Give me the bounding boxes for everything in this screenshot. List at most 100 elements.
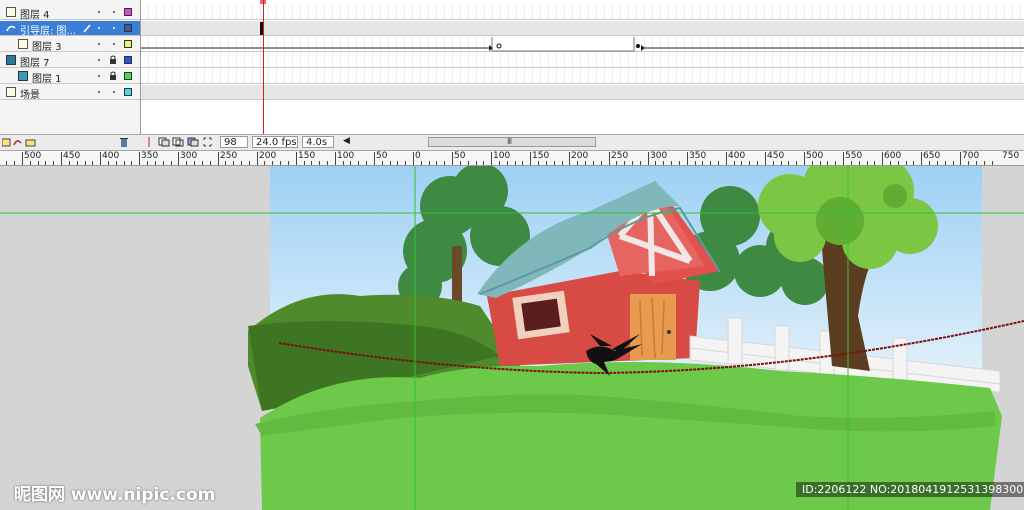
ruler-tick bbox=[679, 161, 680, 165]
ruler-tick bbox=[491, 152, 492, 165]
ruler-tick bbox=[210, 161, 211, 165]
visibility-dot[interactable] bbox=[98, 11, 100, 13]
frame-row[interactable] bbox=[141, 5, 1024, 20]
ruler-tick bbox=[30, 161, 31, 165]
lock-icon[interactable] bbox=[109, 71, 117, 80]
ruler-tick bbox=[992, 161, 993, 165]
ruler-tick bbox=[616, 161, 617, 165]
visibility-dot[interactable] bbox=[98, 43, 100, 45]
frame-row[interactable] bbox=[141, 69, 1024, 84]
timeline-statusbar: 98 24.0 fps 4.0s ◀ III bbox=[0, 134, 1024, 151]
lock-dot[interactable] bbox=[113, 91, 115, 93]
ruler-tick bbox=[538, 161, 539, 165]
ruler-tick bbox=[476, 161, 477, 165]
ruler-tick bbox=[147, 161, 148, 165]
ruler-tick bbox=[632, 161, 633, 165]
ruler-label: 500 bbox=[24, 151, 42, 161]
layer-row-layer3[interactable]: 图层 3 bbox=[0, 37, 140, 53]
ruler-tick bbox=[6, 161, 7, 165]
ruler-tick bbox=[781, 161, 782, 165]
layer-name: 图层 4 bbox=[20, 10, 50, 21]
ruler-tick bbox=[593, 161, 594, 165]
visibility-dot[interactable] bbox=[98, 75, 100, 77]
layer-color-swatch[interactable] bbox=[124, 40, 132, 48]
ruler-tick bbox=[272, 161, 273, 165]
frame-grid[interactable] bbox=[141, 0, 1024, 134]
ruler-label: 100 bbox=[337, 151, 355, 161]
ruler-tick bbox=[296, 152, 297, 165]
timeline-scrollbar[interactable]: III bbox=[428, 137, 596, 147]
center-frame-icon[interactable] bbox=[144, 137, 154, 147]
visibility-dot[interactable] bbox=[98, 59, 100, 61]
layer-color-swatch[interactable] bbox=[124, 8, 132, 16]
lock-icon[interactable] bbox=[109, 55, 117, 64]
ruler-label: 300 bbox=[650, 151, 668, 161]
ruler-tick bbox=[53, 161, 54, 165]
layer-icon bbox=[6, 7, 16, 17]
onion-skin-icons[interactable] bbox=[158, 137, 214, 147]
ruler-label: 300 bbox=[180, 151, 198, 161]
ruler-tick bbox=[374, 152, 375, 165]
ruler-tick bbox=[702, 161, 703, 165]
ruler-tick bbox=[577, 161, 578, 165]
layer-color-swatch[interactable] bbox=[124, 24, 132, 32]
ruler-tick bbox=[358, 161, 359, 165]
layer-row-layer7[interactable]: 图层 7 bbox=[0, 53, 140, 69]
current-frame-field[interactable]: 98 bbox=[220, 136, 248, 148]
ruler-tick bbox=[796, 161, 797, 165]
ruler-tick bbox=[812, 161, 813, 165]
playhead[interactable] bbox=[263, 0, 264, 134]
layer-row-scene[interactable]: 场景 bbox=[0, 85, 140, 101]
scroll-left-arrow-icon[interactable]: ◀ bbox=[343, 136, 350, 146]
ruler-tick bbox=[601, 161, 602, 165]
layer-row-guide[interactable]: 引导层: 图... bbox=[0, 21, 140, 37]
ruler-tick bbox=[77, 161, 78, 165]
lock-dot[interactable] bbox=[113, 43, 115, 45]
visibility-dot[interactable] bbox=[98, 91, 100, 93]
layer-tools-icons[interactable] bbox=[2, 137, 36, 147]
ruler-tick bbox=[155, 161, 156, 165]
ruler-tick bbox=[131, 161, 132, 165]
ruler-tick bbox=[655, 161, 656, 165]
ruler-label: 200 bbox=[259, 151, 277, 161]
ruler-tick bbox=[953, 161, 954, 165]
ruler-tick bbox=[171, 161, 172, 165]
ruler-tick bbox=[788, 161, 789, 165]
layer-row-layer4[interactable]: 图层 4 bbox=[0, 5, 140, 21]
frame-row[interactable] bbox=[141, 21, 1024, 36]
ruler-tick bbox=[820, 161, 821, 165]
ruler-tick bbox=[69, 161, 70, 165]
layer-color-swatch[interactable] bbox=[124, 56, 132, 64]
ruler-tick bbox=[460, 161, 461, 165]
lock-dot[interactable] bbox=[113, 11, 115, 13]
layer-row-layer1[interactable]: 图层 1 bbox=[0, 69, 140, 85]
ruler-tick bbox=[124, 161, 125, 165]
ruler-tick bbox=[444, 161, 445, 165]
ruler-tick bbox=[515, 161, 516, 165]
ruler-tick bbox=[233, 161, 234, 165]
ruler-label: 350 bbox=[141, 151, 159, 161]
ruler-tick bbox=[984, 161, 985, 165]
ruler-tick bbox=[468, 161, 469, 165]
ruler-tick bbox=[413, 152, 414, 165]
ruler-tick bbox=[867, 161, 868, 165]
frame-row[interactable] bbox=[141, 53, 1024, 68]
frame-rate-field[interactable]: 24.0 fps bbox=[252, 136, 298, 148]
ruler-tick bbox=[202, 161, 203, 165]
layer-color-swatch[interactable] bbox=[124, 72, 132, 80]
ruler-tick bbox=[405, 161, 406, 165]
layer-color-swatch[interactable] bbox=[124, 88, 132, 96]
trash-icon[interactable] bbox=[119, 137, 129, 147]
lock-dot[interactable] bbox=[113, 27, 115, 29]
visibility-dot[interactable] bbox=[98, 27, 100, 29]
elapsed-time-field: 4.0s bbox=[302, 136, 334, 148]
ruler-tick bbox=[241, 161, 242, 165]
ruler-label: 50 bbox=[376, 151, 388, 161]
frame-row[interactable] bbox=[141, 37, 1024, 52]
stage-canvas[interactable] bbox=[0, 166, 1024, 510]
layer-name: 图层 3 bbox=[32, 42, 62, 53]
ruler-tick bbox=[898, 161, 899, 165]
scrollbar-grip[interactable]: III bbox=[507, 137, 512, 146]
stage-workspace[interactable]: 昵图网 www.nipic.com ID:2206122 NO:20180419… bbox=[0, 166, 1024, 510]
frame-row[interactable] bbox=[141, 85, 1024, 100]
